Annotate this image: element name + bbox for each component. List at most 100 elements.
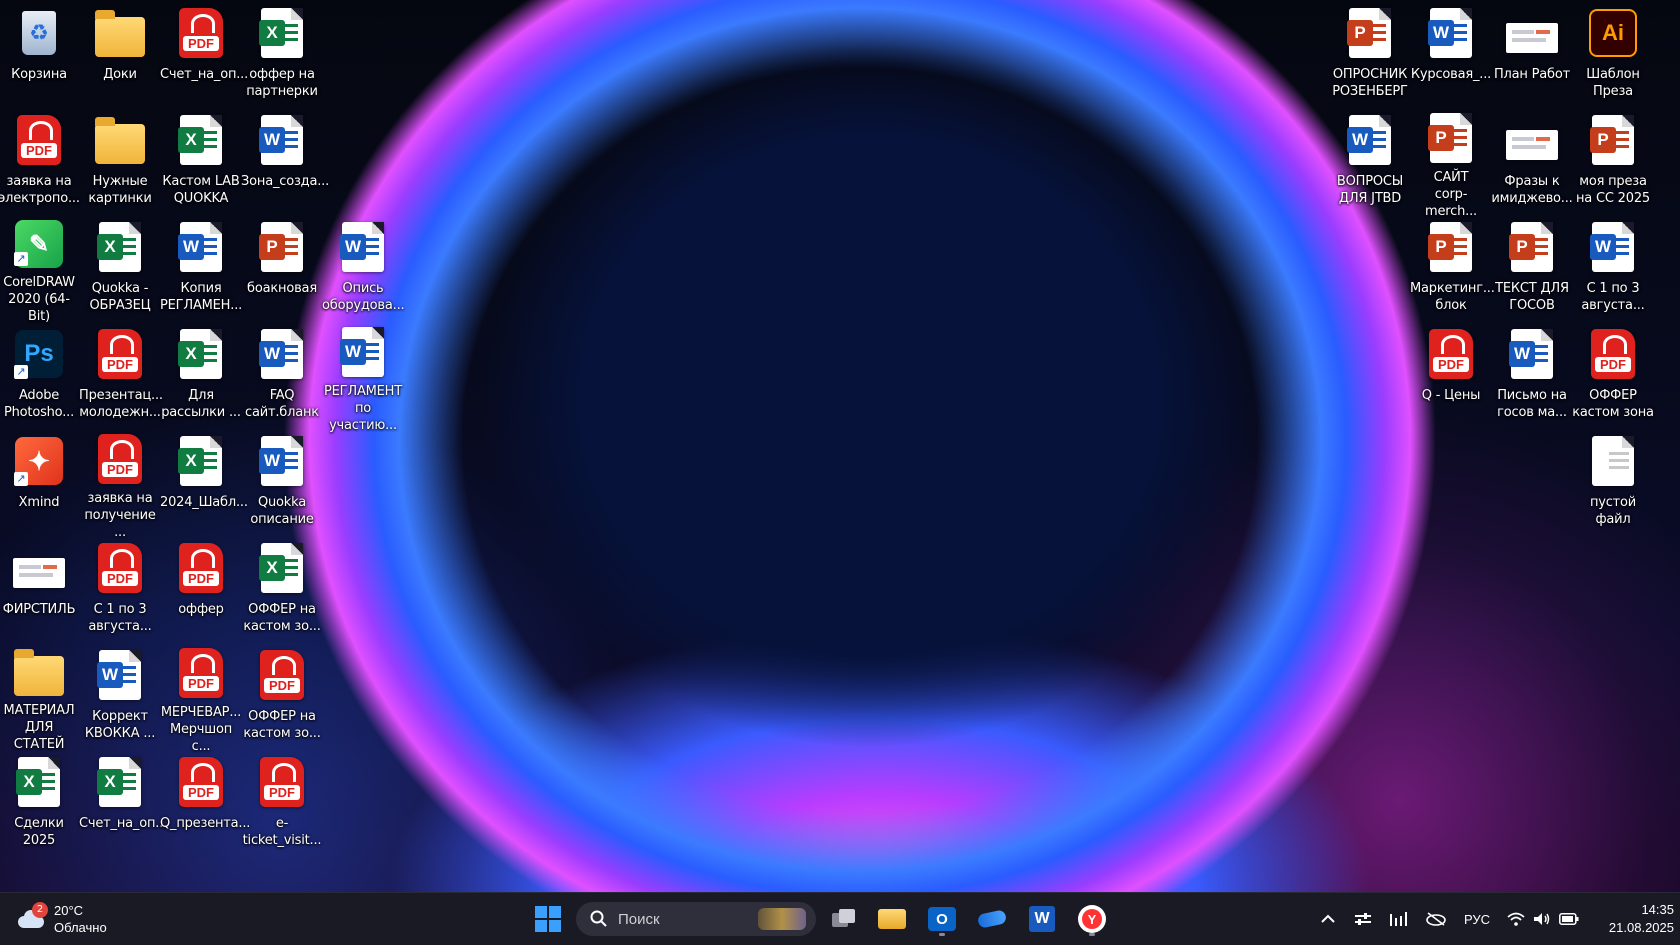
desktop-icon[interactable]: W Опись оборудова... — [322, 218, 405, 322]
word-file-icon: W — [1586, 220, 1640, 274]
desktop-icon[interactable]: Xоффер на партнерки — [242, 4, 322, 108]
desktop-icon[interactable]: W Копия РЕГЛАМЕН... — [160, 218, 242, 322]
desktop-icon[interactable]: PDF e-ticket_visit... — [242, 753, 322, 857]
text-file-icon — [1586, 434, 1640, 488]
desktop-icon[interactable]: W С 1 по 3 августа... — [1573, 218, 1653, 322]
app-letter-badge: P — [259, 234, 285, 260]
desktop-icon[interactable]: X Счет_на_оп... — [79, 753, 167, 857]
desktop-icon[interactable]: X Сделки 2025 — [0, 753, 79, 857]
desktop-icon-label: Зона_созда... — [241, 174, 330, 189]
word-button[interactable]: W — [1024, 901, 1060, 937]
desktop-icon[interactable]: PDF Q - Цены — [1411, 325, 1491, 429]
task-view-button[interactable] — [826, 901, 862, 937]
desktop-icon[interactable]: Доки — [80, 4, 160, 108]
desktop-icon[interactable]: W Зона_созда... — [241, 111, 330, 215]
desktop-icon[interactable]: P ОПРОСНИК РОЗЕНБЕРГ — [1330, 4, 1410, 108]
search-box[interactable]: Поиск — [576, 902, 816, 936]
desktop-icon[interactable]: W Коррект КВОККА ... — [80, 646, 160, 750]
desktop[interactable]: ♻ Корзина Доки PDF Счет_на_оп... Xоффер на па… — [0, 0, 1680, 892]
desktop-icon[interactable]: Ai Шаблон Преза — [1573, 4, 1653, 108]
desktop-icon[interactable]: пустой файл — [1573, 432, 1653, 536]
ppt-file-icon: P — [1505, 220, 1559, 274]
app-letter-badge: W — [259, 448, 285, 474]
desktop-icon[interactable]: PDF С 1 по 3 августа... — [80, 539, 160, 643]
desktop-icon[interactable]: ✎ ↗ CorelDRAW 2020 (64-Bit) — [0, 218, 79, 324]
desktop-icon[interactable]: PDF заявка на электропо... — [0, 111, 80, 215]
outlook-button[interactable]: O — [924, 901, 960, 937]
desktop-icon-label: ОФФЕР кастом зона — [1572, 388, 1654, 420]
ppt-file-icon: P — [1586, 113, 1640, 167]
desktop-icon[interactable]: X ОФФЕР на кастом зо... — [242, 539, 322, 643]
desktop-icon[interactable]: План Работ — [1492, 4, 1572, 108]
pdf-file-icon: PDF — [174, 541, 228, 595]
word-file-icon: W — [1505, 327, 1559, 381]
yandex-browser-button[interactable]: Y — [1074, 901, 1110, 937]
battery-button[interactable] — [1556, 905, 1582, 933]
desktop-icon[interactable]: Pмоя преза на СС 2025 — [1573, 111, 1653, 215]
ppt-file-icon: P — [255, 220, 309, 274]
pdf-file-icon: PDF — [174, 648, 228, 698]
desktop-icon[interactable]: W Quokka описание — [242, 432, 322, 536]
desktop-icon[interactable]: W Письмо на госов ма... — [1492, 325, 1572, 429]
desktop-icon[interactable]: ✦ ↗ Xmind — [0, 432, 79, 536]
desktop-icon[interactable]: X Для рассылки ... — [161, 325, 241, 429]
desktop-icon[interactable]: W FAQ сайт.бланк — [242, 325, 322, 429]
desktop-icon[interactable]: PDF Q_презента... — [160, 753, 250, 857]
desktop-icon[interactable]: Фразы к имиджево... — [1491, 111, 1573, 215]
desktop-icon[interactable]: W ВОПРОСЫ ДЛЯ JTBD — [1330, 111, 1410, 215]
desktop-icon-label: оффер на партнерки — [246, 67, 318, 99]
desktop-icon[interactable]: W Курсовая_... — [1411, 4, 1491, 108]
network-button[interactable] — [1504, 905, 1528, 933]
desktop-icon[interactable]: МАТЕРИАЛ ДЛЯ СТАТЕЙ — [0, 646, 79, 752]
file-explorer-button[interactable] — [874, 901, 910, 937]
desktop-icon[interactable]: PDF ОФФЕР кастом зона — [1572, 325, 1654, 429]
app-letter-badge: P — [1509, 234, 1535, 260]
show-hidden-icons-button[interactable] — [1316, 905, 1340, 933]
desktop-icon-label: Письмо на госов ма... — [1497, 388, 1567, 420]
tray-sliders-button[interactable] — [1350, 905, 1376, 933]
desktop-icon-label: Презентац... молодежн... — [79, 388, 163, 420]
desktop-icon-label: Счет_на_оп... — [160, 67, 249, 82]
desktop-icon[interactable]: Нужные картинки — [80, 111, 160, 215]
desktop-icon[interactable]: P Маркетинг... блок — [1410, 218, 1495, 322]
notification-badge: 2 — [32, 902, 48, 918]
desktop-icon[interactable]: PDF Презентац... молодежн... — [79, 325, 163, 429]
app-letter-badge: X — [178, 448, 204, 474]
language-indicator[interactable]: РУС — [1460, 905, 1494, 933]
desktop-icon[interactable]: X 2024_Шабл... — [160, 432, 248, 536]
desktop-icon-label: ОФФЕР на кастом зо... — [243, 602, 321, 634]
desktop-icon-label: боакновая — [247, 281, 317, 296]
weather-widget[interactable]: 2 20°C Облачно — [16, 899, 107, 939]
volume-button[interactable] — [1530, 905, 1554, 933]
word-file-icon: W — [1343, 113, 1397, 167]
desktop-icon[interactable]: PDF оффер — [161, 539, 241, 643]
desktop-icon[interactable]: PDF МЕРЧЕВАР... Мерчшоп с... — [161, 646, 241, 754]
clock[interactable]: 14:35 21.08.2025 — [1590, 899, 1674, 939]
recycle-bin-icon: ♻ — [12, 6, 66, 60]
desktop-icon[interactable]: ♻ Корзина — [0, 4, 79, 108]
folder-icon — [93, 6, 147, 60]
desktop-icon[interactable]: ФИРСТИЛЬ — [0, 539, 79, 643]
excel-file-icon: X — [255, 6, 309, 60]
desktop-icon-label: МАТЕРИАЛ ДЛЯ СТАТЕЙ — [3, 703, 75, 752]
desktop-icon[interactable]: P САЙТ corp-merch... — [1411, 111, 1491, 219]
onedrive-button[interactable] — [974, 901, 1010, 937]
desktop-icon[interactable]: P ТЕКСТ ДЛЯ ГОСОВ — [1492, 218, 1572, 322]
desktop-icon[interactable]: Ps ↗ Adobe Photosho... — [0, 325, 79, 429]
desktop-icon[interactable]: Pбоакновая — [242, 218, 322, 322]
desktop-icon-label: оффер — [178, 602, 224, 617]
pdf-file-icon: PDF — [93, 434, 147, 484]
desktop-icon[interactable]: X Quokka - ОБРАЗЕЦ — [80, 218, 160, 322]
desktop-icon[interactable]: PDF Счет_на_оп... — [160, 4, 249, 108]
desktop-icon-label: Кастом LAB QUOKKA — [162, 174, 240, 206]
onedrive-tray-button[interactable] — [1422, 905, 1450, 933]
start-button[interactable] — [530, 901, 566, 937]
folder-icon — [878, 909, 906, 929]
tray-meter-button[interactable] — [1386, 905, 1412, 933]
desktop-icon[interactable]: W РЕГЛАМЕНТ по участию... — [323, 325, 403, 433]
desktop-icon[interactable]: PDF ОФФЕР на кастом зо... — [242, 646, 322, 750]
app-letter-badge: W — [259, 341, 285, 367]
desktop-icon[interactable]: X Кастом LAB QUOKKA — [161, 111, 241, 215]
desktop-icon[interactable]: PDF заявка на получение ... — [80, 432, 160, 540]
desktop-icon-label: Adobe Photosho... — [3, 388, 75, 420]
